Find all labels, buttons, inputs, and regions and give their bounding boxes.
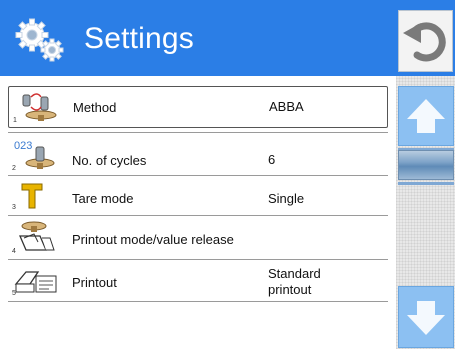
- page-title: Settings: [84, 22, 194, 55]
- item-value-line: printout: [268, 282, 312, 297]
- settings-screen: Settings 1 Method ABBA 023 2 No. of cycl…: [0, 0, 455, 349]
- item-value: 6: [268, 152, 276, 167]
- item-index: 1: [13, 117, 17, 124]
- scroll-divider: [398, 182, 454, 185]
- item-index: 5: [12, 290, 16, 297]
- list-item-method[interactable]: 1 Method ABBA: [8, 86, 388, 128]
- item-value: Standard printout: [268, 266, 321, 298]
- item-index: 2: [12, 165, 16, 172]
- undo-arrow-icon: [403, 22, 446, 62]
- item-value-line: Standard: [268, 266, 321, 281]
- scroll-down-button[interactable]: [398, 286, 454, 348]
- list-item-cycles[interactable]: 023 2 No. of cycles 6: [8, 132, 388, 176]
- cycles-counter-icon: 023: [12, 137, 58, 169]
- item-label: Printout mode/value release: [72, 232, 234, 247]
- scroll-panel: [396, 76, 455, 349]
- list-item-printout-mode[interactable]: 4 Printout mode/value release: [8, 216, 388, 260]
- printer-release-icon: [12, 220, 58, 252]
- arrow-down-icon: [407, 301, 445, 335]
- settings-list: 1 Method ABBA 023 2 No. of cycles 6 3 Ta…: [0, 76, 396, 349]
- cycles-icon-text: 023: [14, 140, 32, 152]
- item-value: ABBA: [269, 99, 304, 114]
- back-button[interactable]: [398, 10, 453, 72]
- list-item-tare-mode[interactable]: 3 Tare mode Single: [8, 176, 388, 216]
- tare-t-icon: [12, 180, 58, 212]
- item-index: 4: [12, 248, 16, 255]
- printout-icon: [12, 264, 58, 296]
- item-label: Printout: [72, 275, 117, 290]
- header-bar: Settings: [0, 0, 455, 76]
- item-label: No. of cycles: [72, 153, 147, 168]
- list-item-printout[interactable]: 5 Printout Standard printout: [8, 260, 388, 302]
- arrow-up-icon: [407, 99, 445, 133]
- item-label: Tare mode: [72, 191, 134, 206]
- scroll-up-button[interactable]: [398, 86, 454, 146]
- scroll-thumb[interactable]: [398, 150, 454, 180]
- item-value: Single: [268, 191, 305, 206]
- gears-icon: [14, 18, 68, 64]
- item-label: Method: [73, 100, 117, 115]
- method-weights-icon: [13, 91, 59, 123]
- item-index: 3: [12, 204, 16, 211]
